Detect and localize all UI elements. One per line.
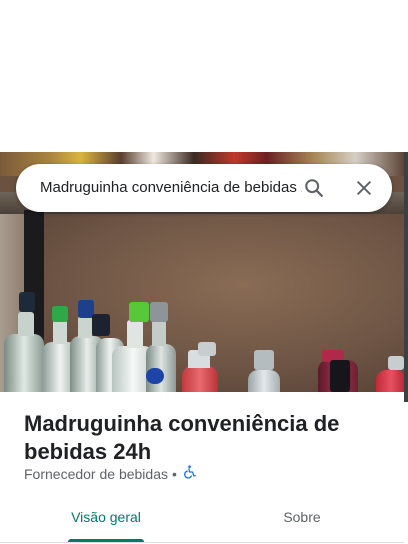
bottle-cap bbox=[92, 314, 110, 336]
bottle bbox=[376, 370, 404, 392]
bottle bbox=[182, 366, 218, 392]
blank-area bbox=[0, 0, 408, 152]
search-icon[interactable] bbox=[302, 176, 326, 200]
place-subtitle: Fornecedor de bebidas • bbox=[24, 465, 196, 483]
bottle-cap bbox=[254, 350, 274, 370]
bottle-cap bbox=[198, 342, 216, 356]
tab-label: Sobre bbox=[283, 509, 321, 525]
bottle-cap bbox=[388, 356, 404, 370]
tabs-divider bbox=[0, 542, 404, 543]
search-input[interactable]: Madruguinha conveniência de bebidas 24h bbox=[40, 164, 302, 212]
bottle-cap bbox=[19, 292, 35, 312]
bottle-cap bbox=[52, 306, 68, 322]
bottle bbox=[248, 370, 280, 392]
bottle-neck bbox=[53, 320, 67, 344]
bottle-neck bbox=[18, 312, 34, 336]
bottle-neck bbox=[152, 320, 166, 346]
place-details-panel: Madruguinha conveniência de bebidas 24h … bbox=[0, 392, 404, 544]
search-box[interactable]: Madruguinha conveniência de bebidas 24h bbox=[16, 164, 392, 212]
bottle bbox=[4, 334, 44, 392]
scrollbar[interactable] bbox=[404, 152, 408, 402]
place-category[interactable]: Fornecedor de bebidas bbox=[24, 465, 168, 483]
wheelchair-icon bbox=[182, 465, 196, 483]
tab-overview[interactable]: Visão geral bbox=[68, 496, 144, 542]
tab-about[interactable]: Sobre bbox=[262, 496, 342, 542]
separator-dot: • bbox=[172, 466, 177, 482]
bottle-cap bbox=[129, 302, 149, 322]
place-tabs: Visão geral Sobre bbox=[0, 496, 404, 544]
bottle-neck bbox=[78, 316, 92, 338]
bottle-cap bbox=[146, 368, 164, 384]
tab-label: Visão geral bbox=[71, 509, 141, 525]
place-name: Madruguinha conveniência de bebidas 24h bbox=[24, 411, 340, 464]
close-icon[interactable] bbox=[352, 176, 376, 200]
bottle-cap bbox=[150, 302, 168, 322]
bottle-cap bbox=[330, 360, 350, 392]
bottle-neck bbox=[127, 320, 143, 348]
